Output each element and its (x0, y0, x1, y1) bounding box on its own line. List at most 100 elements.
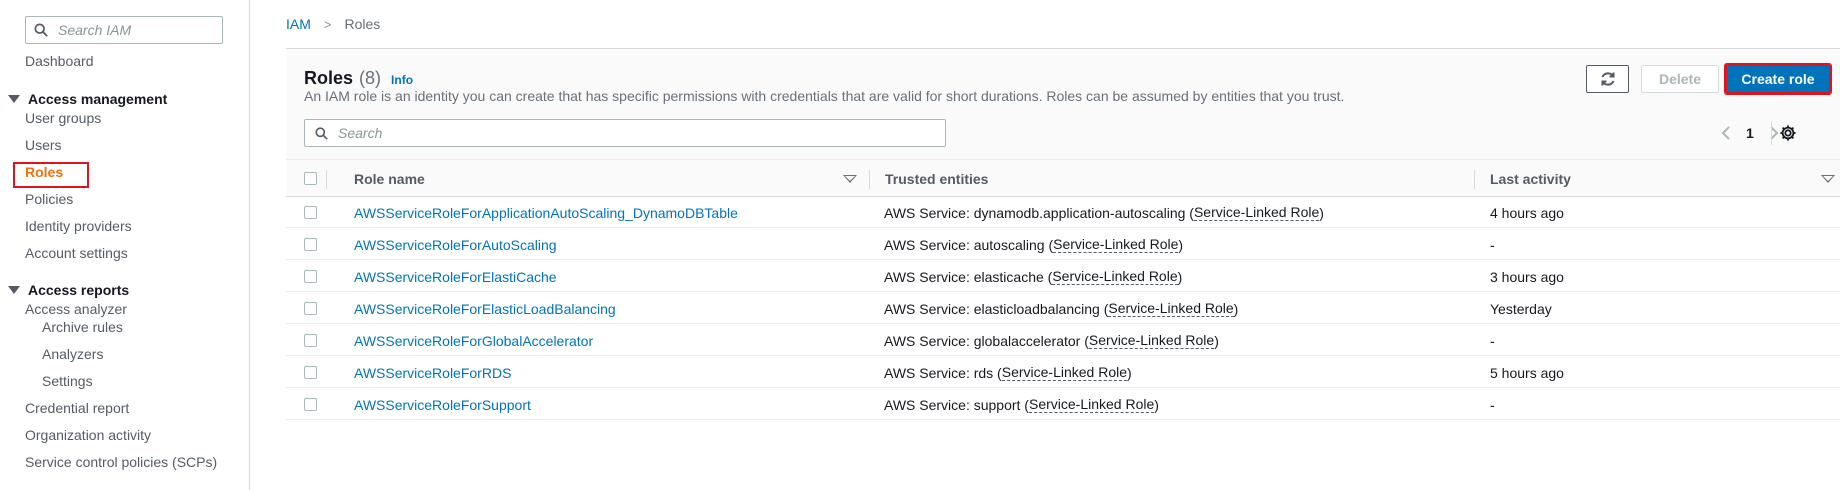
last-activity: 5 hours ago (1490, 364, 1564, 381)
service-linked-role-tooltip[interactable]: Service-Linked Role (1193, 204, 1320, 221)
role-name-link[interactable]: AWSServiceRoleForSupport (354, 389, 531, 420)
select-all-checkbox[interactable] (304, 172, 317, 185)
table-row[interactable]: AWSServiceRoleForApplicationAutoScaling_… (286, 197, 1840, 228)
last-activity: - (1490, 236, 1495, 253)
trusted-entity: AWS Service: support (Service-Linked Rol… (884, 389, 1159, 420)
chevron-right-icon: > (323, 16, 332, 32)
role-name-link[interactable]: AWSServiceRoleForAutoScaling (354, 229, 557, 260)
breadcrumb: IAM > Roles (286, 16, 380, 32)
role-name-link[interactable]: AWSServiceRoleForApplicationAutoScaling_… (354, 197, 738, 228)
column-trusted-entities[interactable]: Trusted entities (885, 160, 988, 198)
role-name-link[interactable]: AWSServiceRoleForGlobalAccelerator (354, 325, 593, 356)
trusted-service: AWS Service: elasticache ( (884, 268, 1053, 285)
trusted-entity: AWS Service: rds (Service-Linked Role) (884, 357, 1132, 388)
nav-identity-providers[interactable]: Identity providers (25, 218, 132, 234)
roles-panel: Roles (8) Info An IAM role is an identit… (286, 48, 1840, 490)
nav-settings[interactable]: Settings (42, 373, 93, 389)
trusted-close: ) (1233, 300, 1239, 317)
column-divider (1474, 170, 1475, 189)
trusted-entity: AWS Service: elasticloadbalancing (Servi… (884, 293, 1238, 324)
last-activity: - (1490, 396, 1495, 413)
refresh-icon (1601, 72, 1614, 86)
nav-archive-rules[interactable]: Archive rules (42, 319, 123, 335)
trusted-service: AWS Service: globalaccelerator ( (884, 332, 1089, 349)
nav-credential-report[interactable]: Credential report (25, 400, 129, 416)
role-name-link[interactable]: AWSServiceRoleForElasticLoadBalancing (354, 293, 616, 324)
table-header: Role name Trusted entities Last activity (286, 159, 1840, 197)
search-icon (34, 23, 48, 37)
last-activity: - (1490, 332, 1495, 349)
nav-users[interactable]: Users (25, 137, 62, 153)
nav-policies[interactable]: Policies (25, 191, 73, 207)
service-linked-role-tooltip[interactable]: Service-Linked Role (1088, 332, 1215, 349)
iam-search-box[interactable] (25, 16, 223, 44)
trusted-close: ) (1177, 268, 1183, 285)
row-checkbox[interactable] (304, 270, 317, 283)
breadcrumb-iam[interactable]: IAM (286, 16, 311, 32)
nav-organization-activity[interactable]: Organization activity (25, 427, 151, 443)
row-checkbox[interactable] (304, 302, 317, 315)
service-linked-role-tooltip[interactable]: Service-Linked Role (1028, 396, 1155, 413)
sidebar: Dashboard Access management User groups … (0, 0, 250, 490)
nav-access-analyzer[interactable]: Access analyzer (25, 301, 127, 317)
column-role-name[interactable]: Role name (354, 160, 425, 198)
roles-search-input[interactable] (338, 125, 938, 141)
last-activity: 4 hours ago (1490, 204, 1564, 221)
nav-user-groups[interactable]: User groups (25, 110, 101, 126)
panel-description: An IAM role is an identity you can creat… (304, 88, 1345, 104)
gear-icon[interactable] (1779, 124, 1797, 142)
search-icon (315, 126, 328, 140)
table-row[interactable]: AWSServiceRoleForElasticLoadBalancing AW… (286, 293, 1840, 324)
trusted-entity: AWS Service: autoscaling (Service-Linked… (884, 229, 1183, 260)
nav-analyzers[interactable]: Analyzers (42, 346, 103, 362)
service-linked-role-tooltip[interactable]: Service-Linked Role (1052, 268, 1178, 285)
nav-section-access-reports[interactable]: Access reports (8, 282, 129, 298)
row-checkbox[interactable] (304, 398, 317, 411)
trusted-close: ) (1214, 332, 1219, 349)
trusted-entity: AWS Service: elasticache (Service-Linked… (884, 261, 1182, 292)
table-row[interactable]: AWSServiceRoleForSupport AWS Service: su… (286, 389, 1840, 420)
role-name-link[interactable]: AWSServiceRoleForRDS (354, 357, 511, 388)
trusted-entity: AWS Service: globalaccelerator (Service-… (884, 325, 1219, 356)
role-name-link[interactable]: AWSServiceRoleForElastiCache (354, 261, 557, 292)
table-row[interactable]: AWSServiceRoleForRDS AWS Service: rds (S… (286, 357, 1840, 388)
row-checkbox[interactable] (304, 366, 317, 379)
nav-service-control-policies[interactable]: Service control policies (SCPs) (25, 454, 217, 470)
row-checkbox[interactable] (304, 334, 317, 347)
page-number[interactable]: 1 (1746, 125, 1754, 141)
trusted-entity: AWS Service: dynamodb.application-autosc… (884, 197, 1324, 228)
row-checkbox[interactable] (304, 238, 317, 251)
roles-search-box[interactable] (304, 119, 946, 147)
iam-search-input[interactable] (58, 22, 208, 38)
breadcrumb-roles: Roles (344, 16, 381, 32)
table-row[interactable]: AWSServiceRoleForElastiCache AWS Service… (286, 261, 1840, 292)
nav-account-settings[interactable]: Account settings (25, 245, 128, 261)
nav-section-label: Access reports (28, 282, 130, 298)
column-divider (326, 170, 327, 189)
service-linked-role-tooltip[interactable]: Service-Linked Role (1108, 300, 1234, 317)
roles-count: (8) (359, 68, 382, 88)
trusted-service: AWS Service: elasticloadbalancing ( (884, 300, 1109, 317)
nav-dashboard[interactable]: Dashboard (25, 53, 94, 69)
nav-section-access-management[interactable]: Access management (8, 91, 167, 107)
chevron-left-icon[interactable] (1716, 121, 1736, 145)
column-last-activity[interactable]: Last activity (1490, 160, 1571, 198)
table-row[interactable]: AWSServiceRoleForAutoScaling AWS Service… (286, 229, 1840, 260)
panel-header: Roles (8) Info An IAM role is an identit… (286, 49, 1840, 159)
refresh-button[interactable] (1586, 65, 1629, 93)
delete-button[interactable]: Delete (1641, 65, 1719, 93)
service-linked-role-tooltip[interactable]: Service-Linked Role (1053, 236, 1179, 253)
create-role-button[interactable]: Create role (1724, 63, 1832, 95)
trusted-service: AWS Service: support ( (884, 396, 1029, 413)
info-link[interactable]: Info (391, 73, 413, 87)
trusted-close: ) (1127, 364, 1132, 381)
last-activity: Yesterday (1490, 300, 1552, 317)
column-divider (869, 170, 870, 189)
service-linked-role-tooltip[interactable]: Service-Linked Role (1001, 364, 1128, 381)
sort-down-icon[interactable] (1821, 175, 1835, 183)
trusted-close: ) (1319, 204, 1324, 221)
sort-down-icon[interactable] (843, 175, 857, 183)
caret-down-icon (8, 95, 20, 103)
row-checkbox[interactable] (304, 206, 317, 219)
table-row[interactable]: AWSServiceRoleForGlobalAccelerator AWS S… (286, 325, 1840, 356)
